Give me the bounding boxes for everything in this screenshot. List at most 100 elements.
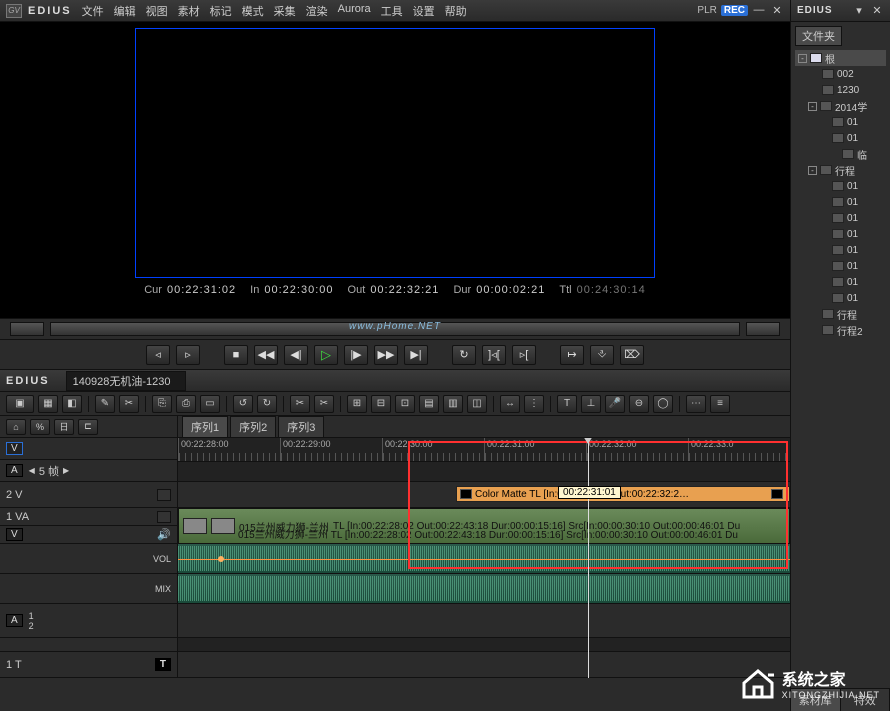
- menu-file[interactable]: 文件: [82, 3, 104, 19]
- set-out-in-button[interactable]: ▹[: [512, 345, 536, 365]
- tree-item[interactable]: 行程2: [795, 322, 886, 338]
- scrub-seg-left[interactable]: [10, 322, 44, 336]
- tool-14[interactable]: ⊡: [395, 395, 415, 413]
- overwrite-button[interactable]: ⌦: [620, 345, 644, 365]
- tool-7[interactable]: ▭: [200, 395, 220, 413]
- tc-dur[interactable]: 00:00:02:21: [476, 284, 545, 296]
- menu-aurora[interactable]: Aurora: [338, 3, 371, 19]
- v-badge[interactable]: V: [6, 442, 23, 455]
- subbtn-home[interactable]: ⌂: [6, 419, 26, 435]
- subbtn-mark[interactable]: 日: [54, 419, 74, 435]
- menu-clip[interactable]: 素材: [178, 3, 200, 19]
- frame-right[interactable]: ▶: [63, 466, 69, 475]
- track-head-va1[interactable]: 1 VA: [0, 508, 177, 526]
- track-v-mute-badge[interactable]: V: [6, 528, 23, 541]
- scrub-seg-right[interactable]: [746, 322, 780, 336]
- menu-help[interactable]: 帮助: [445, 3, 467, 19]
- tree-item[interactable]: 01: [795, 210, 886, 226]
- tree-item[interactable]: 临: [795, 146, 886, 162]
- tool-25[interactable]: ⋯: [686, 395, 706, 413]
- tool-23[interactable]: ⊖: [629, 395, 649, 413]
- a12-badge[interactable]: A: [6, 614, 23, 627]
- play-button[interactable]: ▷: [314, 345, 338, 365]
- seq-tab-2[interactable]: 序列2: [230, 416, 276, 437]
- tree-item[interactable]: 01: [795, 130, 886, 146]
- vol-keyframe[interactable]: [218, 556, 224, 562]
- tool-11[interactable]: ✂: [314, 395, 334, 413]
- vol-line[interactable]: [178, 559, 790, 560]
- track-head-v2[interactable]: 2 V: [0, 482, 177, 508]
- tool-4[interactable]: ✂: [119, 395, 139, 413]
- tool-13[interactable]: ⊟: [371, 395, 391, 413]
- frame-unit[interactable]: 5 帧: [39, 463, 59, 479]
- tree-item[interactable]: -2014学: [795, 98, 886, 114]
- menu-marker[interactable]: 标记: [210, 3, 232, 19]
- sequence-name[interactable]: 140928无机油-1230: [66, 371, 186, 391]
- tool-20[interactable]: T: [557, 395, 577, 413]
- step-back-button[interactable]: ◀|: [284, 345, 308, 365]
- scrub-track[interactable]: www.pHome.NET: [50, 322, 740, 336]
- a-badge[interactable]: A: [6, 464, 23, 477]
- tree-item[interactable]: -根: [795, 50, 886, 66]
- mode-plr[interactable]: PLR: [697, 5, 716, 16]
- menu-tools[interactable]: 工具: [381, 3, 403, 19]
- tree-item[interactable]: 01: [795, 114, 886, 130]
- track-mix[interactable]: [178, 574, 790, 604]
- tool-9[interactable]: ↻: [257, 395, 277, 413]
- tree-item[interactable]: 01: [795, 178, 886, 194]
- track-head-a12[interactable]: A 1 2: [0, 604, 177, 638]
- tree-item[interactable]: 01: [795, 194, 886, 210]
- track-content[interactable]: 00:22:28:00 00:22:29:00 00:22:30:00 00:2…: [178, 438, 790, 678]
- track-va1-icon[interactable]: [157, 511, 171, 523]
- close-button[interactable]: ✕: [770, 4, 784, 18]
- tool-18[interactable]: ↔: [500, 395, 520, 413]
- insert-button[interactable]: ⎀: [590, 345, 614, 365]
- track-a12[interactable]: [178, 604, 790, 638]
- seq-tab-3[interactable]: 序列3: [278, 416, 324, 437]
- tree-item[interactable]: -行程: [795, 162, 886, 178]
- tool-26[interactable]: ≡: [710, 395, 730, 413]
- track-head-a[interactable]: A ◀ 5 帧 ▶: [0, 460, 177, 482]
- rewind-button[interactable]: ◀◀: [254, 345, 278, 365]
- tree-item[interactable]: 1230: [795, 82, 886, 98]
- clip-color-matte[interactable]: Color Matte TL [In:00:22:30:00 Out:00:22…: [456, 486, 790, 502]
- track-v2[interactable]: Color Matte TL [In:00:22:30:00 Out:00:22…: [178, 482, 790, 508]
- tool-12[interactable]: ⊞: [347, 395, 367, 413]
- tool-3[interactable]: ✎: [95, 395, 115, 413]
- menu-mode[interactable]: 模式: [242, 3, 264, 19]
- tool-19[interactable]: ⋮: [524, 395, 544, 413]
- tool-8[interactable]: ↺: [233, 395, 253, 413]
- tree-item[interactable]: 行程: [795, 306, 886, 322]
- time-ruler-top[interactable]: 00:22:28:00 00:22:29:00 00:22:30:00 00:2…: [178, 438, 790, 462]
- track-va1[interactable]: 015兰州威力狮-兰州 TL [In:00:22:28:02 Out:00:22…: [178, 508, 790, 544]
- tool-10[interactable]: ✂: [290, 395, 310, 413]
- time-ruler-bottom[interactable]: [178, 462, 790, 482]
- tool-24[interactable]: ◯: [653, 395, 673, 413]
- mark-in-button[interactable]: ◃: [146, 345, 170, 365]
- track-head-vol[interactable]: VOL: [0, 544, 177, 574]
- track-head-mix[interactable]: MIX: [0, 574, 177, 604]
- seq-tab-1[interactable]: 序列1: [182, 416, 228, 437]
- step-fwd-button[interactable]: |▶: [344, 345, 368, 365]
- goto-end-button[interactable]: ▶|: [404, 345, 428, 365]
- next-edit-button[interactable]: ↦: [560, 345, 584, 365]
- bin-menu-icon[interactable]: ▾: [852, 4, 866, 18]
- tool-21[interactable]: ⊥: [581, 395, 601, 413]
- tree-item[interactable]: 01: [795, 242, 886, 258]
- tool-2[interactable]: ◧: [62, 395, 82, 413]
- frame-left[interactable]: ◀: [29, 466, 35, 475]
- loop-button[interactable]: ↻: [452, 345, 476, 365]
- tool-16[interactable]: ▥: [443, 395, 463, 413]
- tool-1[interactable]: ▦: [38, 395, 58, 413]
- folder-tab[interactable]: 文件夹: [795, 26, 842, 46]
- stop-button[interactable]: ■: [224, 345, 248, 365]
- menu-settings[interactable]: 设置: [413, 3, 435, 19]
- track-v2-icon[interactable]: [157, 489, 171, 501]
- tc-cur[interactable]: 00:22:31:02: [167, 284, 236, 296]
- tree-expander[interactable]: -: [808, 166, 817, 175]
- menu-view[interactable]: 视图: [146, 3, 168, 19]
- preview-frame[interactable]: [135, 28, 655, 278]
- tree-item[interactable]: 002: [795, 66, 886, 82]
- tool-6[interactable]: ⎙: [176, 395, 196, 413]
- track-head-v-mute[interactable]: V 🔊: [0, 526, 177, 544]
